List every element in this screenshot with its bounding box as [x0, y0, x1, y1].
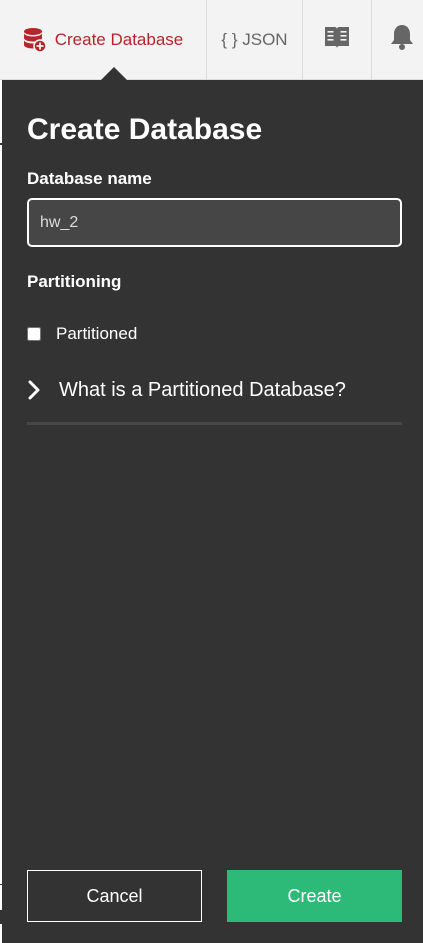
- partitioned-info-expander[interactable]: What is a Partitioned Database?: [27, 378, 346, 402]
- bell-icon: [389, 23, 415, 56]
- cancel-button[interactable]: Cancel: [27, 870, 202, 922]
- chevron-right-icon: [27, 380, 41, 400]
- divider: [27, 422, 402, 425]
- create-database-label: Create Database: [54, 29, 184, 49]
- database-add-icon: [23, 27, 47, 53]
- top-toolbar: Create Database { } JSON: [0, 0, 423, 80]
- database-name-label: Database name: [27, 169, 152, 188]
- partitioned-label[interactable]: Partitioned: [56, 324, 137, 344]
- partitioned-checkbox[interactable]: [27, 327, 41, 341]
- partitioning-label: Partitioning: [27, 272, 122, 291]
- json-button[interactable]: { } JSON: [207, 0, 303, 79]
- panel-pointer: [101, 67, 127, 80]
- book-icon: [324, 25, 350, 54]
- json-label: { } JSON: [221, 29, 288, 49]
- database-name-input[interactable]: [27, 198, 402, 247]
- partitioned-option: Partitioned: [27, 324, 137, 344]
- panel-title: Create Database: [27, 113, 263, 146]
- create-database-panel: Create Database Database name Partitioni…: [2, 67, 423, 943]
- notifications-button[interactable]: [372, 0, 423, 79]
- documentation-button[interactable]: [303, 0, 372, 79]
- partitioned-info-label: What is a Partitioned Database?: [59, 379, 346, 401]
- create-button[interactable]: Create: [227, 870, 402, 922]
